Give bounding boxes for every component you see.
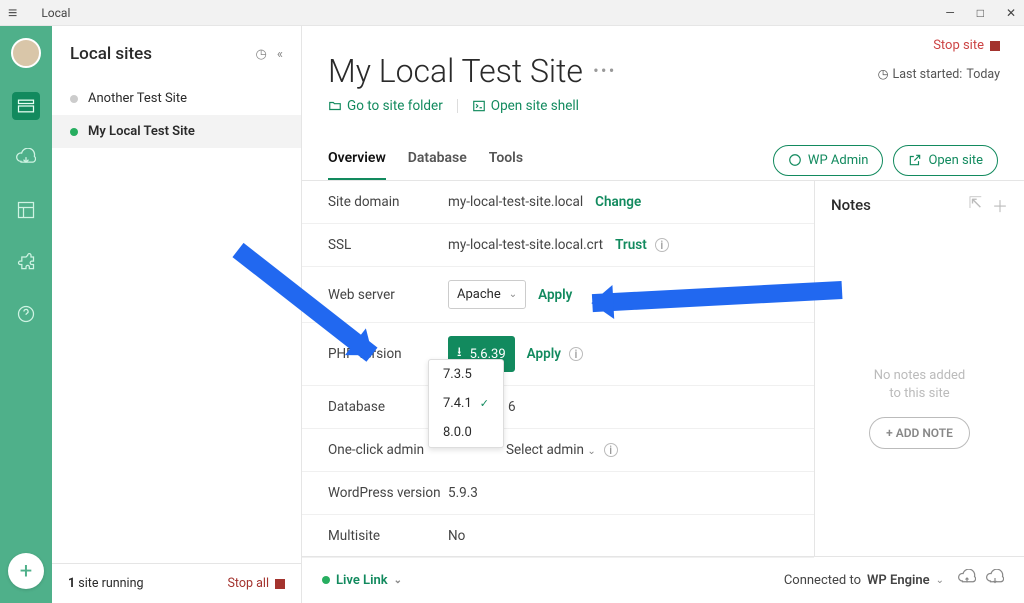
status-dot <box>322 576 330 584</box>
pin-icon[interactable]: ⇱ <box>969 193 982 217</box>
php-version-dropdown: 7.3.5 7.4.1✓ 8.0.0 <box>428 359 504 448</box>
stop-icon <box>275 579 285 589</box>
chevron-down-icon: ⌄ <box>509 289 517 300</box>
sidebar-title: Local sites <box>70 44 152 64</box>
cloud-push-icon[interactable] <box>986 569 1004 591</box>
add-icon[interactable]: ＋ <box>992 193 1008 217</box>
cloud-pull-icon[interactable] <box>958 569 976 591</box>
label-ssl: SSL <box>328 237 448 253</box>
sidebar-item-label: My Local Test Site <box>88 124 195 139</box>
stop-icon <box>990 41 1000 51</box>
connected-label: Connected to <box>784 573 861 588</box>
add-site-button[interactable]: + <box>8 553 44 589</box>
label-site-domain: Site domain <box>328 194 448 210</box>
cloud-download-icon[interactable] <box>12 144 40 172</box>
page-title: My Local Test Site <box>328 52 583 90</box>
title-bar: ≡ Local — □ ✕ <box>0 0 1024 26</box>
apply-php[interactable]: Apply <box>527 346 561 362</box>
chevron-down-icon: ⌄ <box>587 446 595 457</box>
value-multisite: No <box>448 528 465 544</box>
status-dot <box>70 95 78 103</box>
live-link-toggle[interactable]: Live Link ⌄ <box>322 573 402 588</box>
sidebar-item-label: Another Test Site <box>88 91 187 106</box>
avatar[interactable] <box>11 38 41 68</box>
minimize-icon[interactable]: — <box>945 6 954 20</box>
more-icon[interactable]: ••• <box>593 61 616 82</box>
trust-ssl-link[interactable]: Trust <box>615 237 647 253</box>
divider <box>457 99 458 113</box>
maximize-icon[interactable]: □ <box>977 6 984 20</box>
add-note-button[interactable]: + ADD NOTE <box>869 417 970 449</box>
value-wp-version: 5.9.3 <box>448 485 478 501</box>
clock-icon: ◷ <box>878 66 889 82</box>
main-pane: Stop site ◷ Last started: Today My Local… <box>302 26 1024 603</box>
help-icon[interactable] <box>12 300 40 328</box>
sites-icon[interactable] <box>12 92 40 120</box>
value-database: 6 <box>508 399 516 415</box>
running-count: 1 <box>68 576 75 591</box>
collapse-icon[interactable]: « <box>277 47 283 62</box>
label-web-server: Web server <box>328 287 448 303</box>
label-wp-version: WordPress version <box>328 485 448 501</box>
puzzle-icon[interactable] <box>12 248 40 276</box>
stop-all-button[interactable]: Stop all <box>227 576 285 591</box>
sidebar: Local sites ◷ « Another Test Site My Loc… <box>52 26 302 603</box>
provider-name: WP Engine <box>867 573 930 588</box>
open-shell-link[interactable]: Open site shell <box>472 98 579 114</box>
admin-select[interactable]: Select admin ⌄ <box>506 442 596 458</box>
app-title: Local <box>41 6 70 20</box>
open-site-button[interactable]: Open site <box>893 145 998 176</box>
info-icon[interactable]: i <box>569 347 583 361</box>
notes-panel: Notes ⇱ ＋ No notes added to this site + … <box>814 181 1024 556</box>
info-icon[interactable]: i <box>655 238 669 252</box>
label-multisite: Multisite <box>328 528 448 544</box>
hamburger-icon[interactable]: ≡ <box>8 3 17 23</box>
wp-admin-button[interactable]: WP Admin <box>773 145 884 176</box>
tab-overview[interactable]: Overview <box>328 140 386 180</box>
recent-icon[interactable]: ◷ <box>256 47 267 62</box>
footer-bar: Live Link ⌄ Connected to WP Engine ⌄ <box>302 556 1024 603</box>
overview-details: Site domain my-local-test-site.local Cha… <box>302 181 814 556</box>
web-server-select[interactable]: Apache⌄ <box>448 280 526 309</box>
php-option[interactable]: 7.4.1✓ <box>429 389 503 418</box>
chevron-down-icon[interactable]: ⌄ <box>936 575 944 586</box>
sidebar-item-another[interactable]: Another Test Site <box>52 82 301 115</box>
check-icon: ✓ <box>480 397 489 410</box>
sidebar-item-mylocal[interactable]: My Local Test Site <box>52 115 301 148</box>
layout-icon[interactable] <box>12 196 40 224</box>
stop-site-button[interactable]: Stop site <box>933 38 1000 53</box>
go-to-folder-link[interactable]: Go to site folder <box>328 98 443 114</box>
php-option[interactable]: 8.0.0 <box>429 418 503 447</box>
info-icon[interactable]: i <box>604 443 618 457</box>
chevron-down-icon: ⌄ <box>394 575 402 586</box>
tab-tools[interactable]: Tools <box>489 140 523 180</box>
tab-database[interactable]: Database <box>408 140 467 180</box>
nav-rail: + <box>0 26 52 603</box>
running-label: site running <box>78 576 143 591</box>
value-ssl: my-local-test-site.local.crt <box>448 237 603 253</box>
close-icon[interactable]: ✕ <box>1006 6 1016 20</box>
notes-title: Notes <box>831 196 871 214</box>
last-started: ◷ Last started: Today <box>878 66 1000 82</box>
status-dot <box>70 128 78 136</box>
php-option[interactable]: 7.3.5 <box>429 360 503 389</box>
change-domain-link[interactable]: Change <box>595 194 641 210</box>
notes-empty: No notes added to this site <box>831 367 1008 403</box>
apply-web-server[interactable]: Apply <box>538 287 572 303</box>
value-site-domain: my-local-test-site.local <box>448 194 583 210</box>
